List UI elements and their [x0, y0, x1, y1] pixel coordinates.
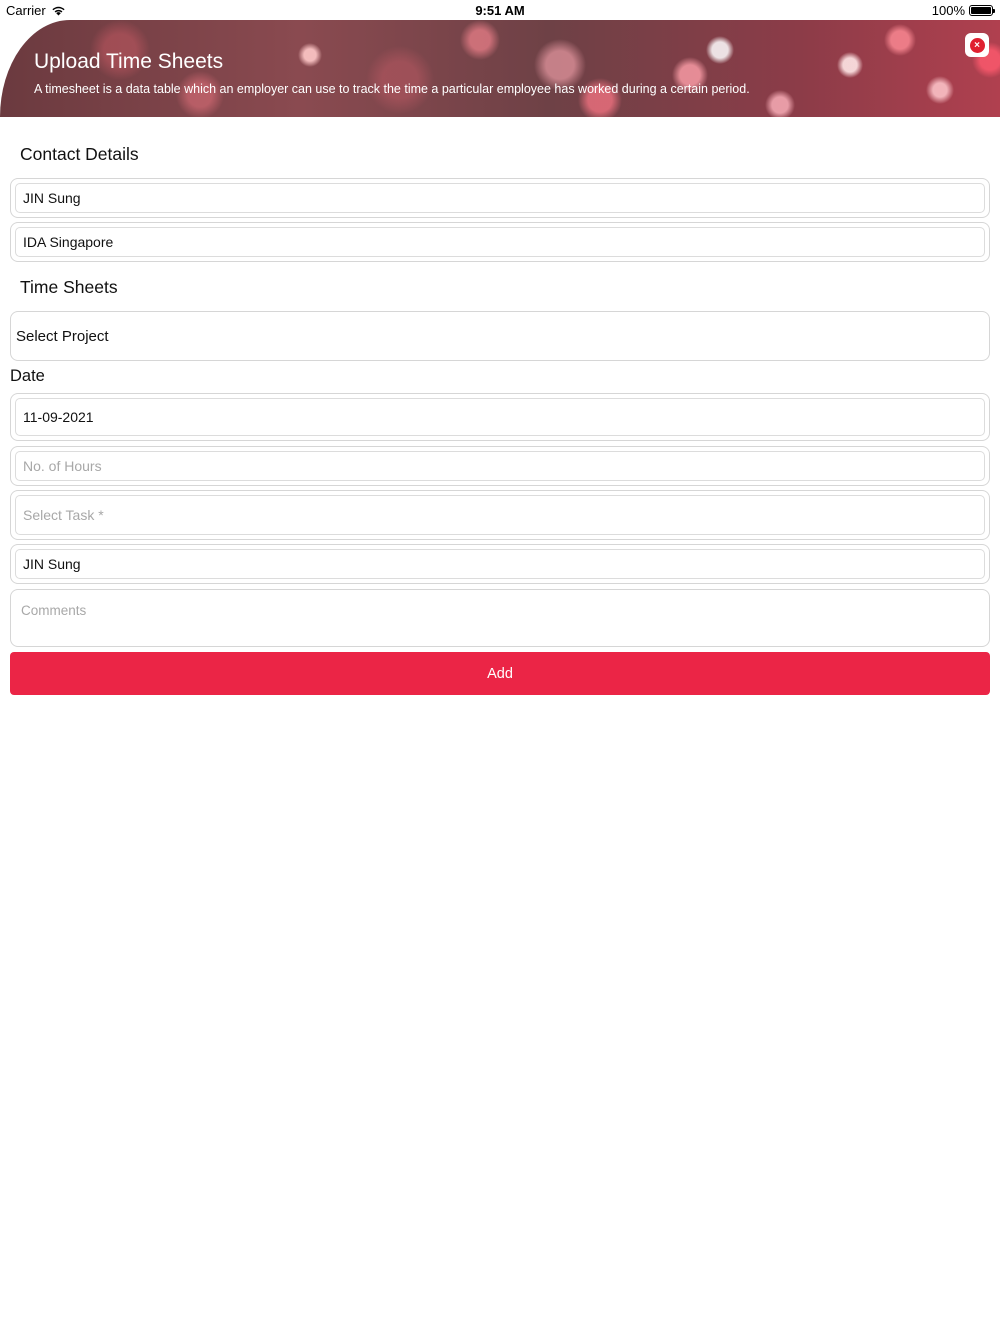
- battery-icon: [969, 5, 995, 16]
- upload-timesheet-screen: Carrier 9:51 AM 100% Upload Time Sheets …: [0, 0, 1000, 1334]
- page-title: Upload Time Sheets: [34, 50, 224, 73]
- assignee-field[interactable]: JIN Sung: [15, 549, 985, 579]
- date-wrapper: 11-09-2021: [10, 393, 990, 441]
- task-wrapper: Select Task *: [10, 490, 990, 540]
- add-button[interactable]: Add: [10, 652, 990, 695]
- assignee-wrapper: JIN Sung: [10, 544, 990, 584]
- battery-group: 100%: [931, 3, 995, 18]
- contact-details-title: Contact Details: [20, 144, 139, 164]
- contact-name-field[interactable]: JIN Sung: [15, 183, 985, 213]
- battery-percent: 100%: [931, 3, 965, 18]
- company-field[interactable]: IDA Singapore: [15, 227, 985, 257]
- page-description: A timesheet is a data table which an emp…: [34, 82, 750, 96]
- date-label: Date: [10, 367, 45, 385]
- date-field[interactable]: 11-09-2021: [15, 398, 985, 436]
- contact-name-wrapper: JIN Sung: [10, 178, 990, 218]
- close-icon: ×: [969, 37, 985, 53]
- select-project-dropdown[interactable]: Select Project: [10, 311, 990, 361]
- hours-input[interactable]: No. of Hours: [15, 451, 985, 481]
- company-wrapper: IDA Singapore: [10, 222, 990, 262]
- close-button[interactable]: ×: [965, 33, 989, 57]
- select-task-field[interactable]: Select Task *: [15, 495, 985, 535]
- time-sheets-title: Time Sheets: [20, 277, 118, 297]
- header-banner: Upload Time Sheets A timesheet is a data…: [0, 20, 1000, 117]
- hours-wrapper: No. of Hours: [10, 446, 990, 486]
- status-time: 9:51 AM: [475, 3, 525, 18]
- comments-textarea[interactable]: Comments: [10, 589, 990, 647]
- status-bar: Carrier 9:51 AM 100%: [0, 0, 1000, 20]
